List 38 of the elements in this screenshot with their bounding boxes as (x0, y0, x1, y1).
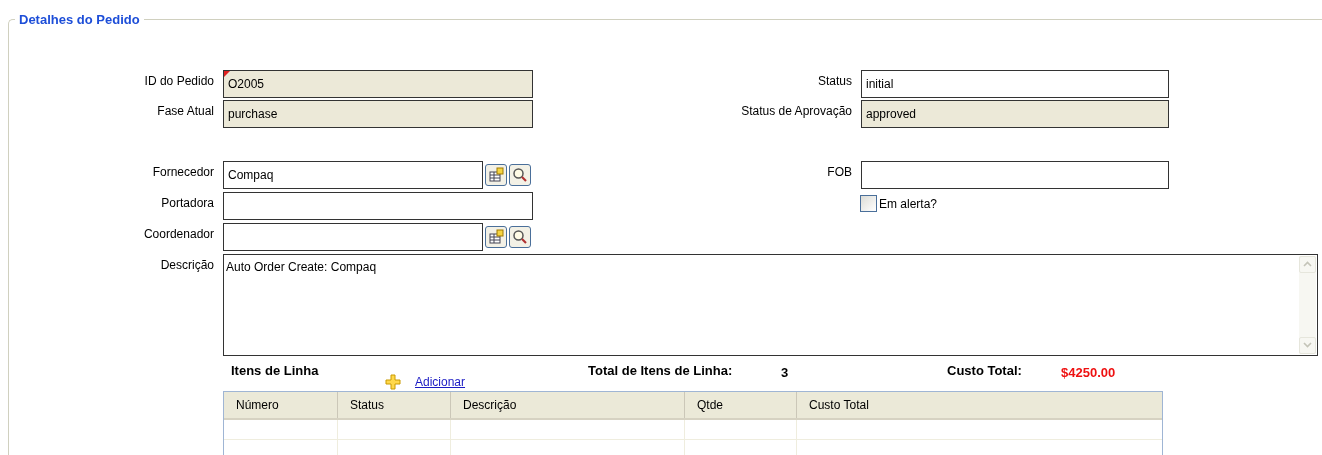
column-header[interactable]: Descrição (451, 391, 685, 418)
total-items-count: 3 (781, 363, 790, 382)
input-field[interactable] (223, 191, 533, 220)
add-link[interactable]: Adicionar (415, 372, 466, 391)
field-label: FOB (826, 163, 852, 181)
column-header[interactable]: Qtde (685, 391, 797, 418)
checkbox[interactable] (860, 195, 877, 212)
total-cost-label: Custo Total: (947, 361, 1023, 380)
column-header[interactable]: Custo Total (797, 391, 1162, 418)
section-title: Detalhes do Pedido (18, 11, 141, 29)
required-marker-icon (224, 70, 230, 77)
checkbox-label: Em alerta? (879, 195, 938, 213)
description-text: Auto Order Create: Compaq (226, 258, 377, 276)
readonly-field: approved (861, 99, 1169, 128)
field-label: Status (816, 72, 852, 90)
field-label: Fornecedor (151, 163, 214, 181)
input-field[interactable]: initial (861, 69, 1169, 98)
field-label: Fase Atual (156, 102, 214, 120)
lookup-button[interactable] (485, 225, 507, 248)
input-field[interactable]: Compaq (223, 160, 483, 189)
section-heading: Itens de Linha (230, 361, 320, 380)
total-cost-value: $4250.00 (1061, 363, 1116, 382)
column-header[interactable]: Número (224, 391, 338, 418)
description-field[interactable]: Auto Order Create: Compaq (223, 253, 1318, 356)
total-items-label: Total de Itens de Linha: (588, 361, 734, 380)
input-field[interactable] (223, 222, 483, 251)
input-field[interactable] (861, 160, 1169, 189)
field-label: Descrição (160, 256, 214, 274)
field-label: Portadora (160, 194, 214, 212)
search-button[interactable] (509, 163, 531, 186)
readonly-field: purchase (223, 99, 533, 128)
field-label: Status de Aprovação (740, 102, 852, 120)
lookup-button[interactable] (485, 163, 507, 186)
column-header[interactable]: Status (338, 391, 451, 418)
search-button[interactable] (509, 225, 531, 248)
field-label: ID do Pedido (143, 72, 214, 90)
readonly-field: O2005 (223, 69, 533, 98)
field-label: Coordenador (142, 225, 214, 243)
